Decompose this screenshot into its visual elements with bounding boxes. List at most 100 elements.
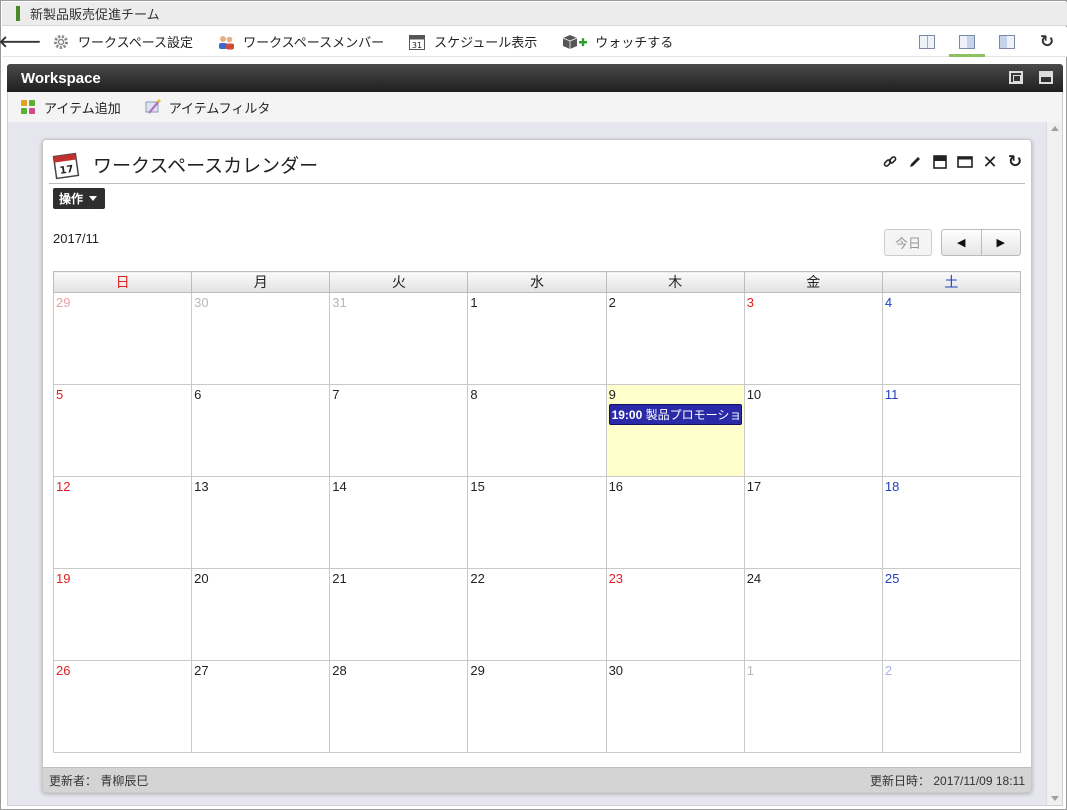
edit-icon[interactable] — [907, 154, 923, 170]
svg-text:31: 31 — [412, 41, 422, 50]
day-number: 4 — [884, 295, 893, 310]
item-filter-button[interactable]: アイテムフィルタ — [145, 98, 271, 117]
close-icon[interactable]: ✕ — [982, 152, 998, 172]
weekday-tue: 火 — [329, 271, 469, 293]
layout-right-pane-button[interactable] — [947, 27, 987, 57]
prev-arrow-icon: ◀ — [957, 237, 966, 249]
month-calendar: 日 月 火 水 木 金 土 29 30 31 1 2 3 4 5 6 7 8 9 19:00 製品プロモ… — [52, 271, 1022, 753]
calendar-day-cell[interactable]: 22 — [467, 568, 607, 661]
item-filter-label: アイテムフィルタ — [168, 100, 271, 116]
day-number: 14 — [332, 479, 347, 494]
calendar-day-cell[interactable]: 30 — [191, 292, 331, 385]
watch-button[interactable]: ウォッチする — [561, 32, 673, 51]
day-number: 22 — [470, 571, 485, 586]
refresh-icon[interactable]: ↻ — [1007, 152, 1023, 171]
calendar-day-cell[interactable]: 27 — [191, 660, 331, 753]
toolbar: 🡐 ワークスペース設定 ワークスペースメンバー 31 スケジュール表示 ウォッチ… — [0, 27, 1067, 57]
day-number: 15 — [470, 479, 485, 494]
operations-label: 操作 — [59, 192, 84, 206]
day-number: 20 — [194, 571, 209, 586]
add-item-button[interactable]: アイテム追加 — [20, 98, 121, 117]
calendar-day-cell[interactable]: 21 — [329, 568, 469, 661]
day-number: 2 — [884, 663, 893, 678]
calendar-day-cell[interactable]: 13 — [191, 476, 331, 569]
day-number: 1 — [470, 295, 478, 310]
calendar-day-cell[interactable]: 29 — [52, 292, 193, 385]
left-pane-icon — [999, 35, 1015, 49]
add-item-label: アイテム追加 — [44, 100, 121, 116]
window-frame: 新製品販売促進チーム 🡐 ワークスペース設定 ワークスペースメンバー 31 スケ… — [0, 0, 1067, 810]
next-arrow-icon: ▶ — [996, 237, 1005, 249]
refresh-button[interactable]: ↻ — [1027, 27, 1067, 57]
calendar-day-cell[interactable]: 10 — [743, 384, 883, 477]
day-number: 8 — [470, 387, 478, 402]
day-number: 17 — [746, 479, 762, 494]
layout-left-pane-button[interactable] — [987, 27, 1027, 57]
back-button[interactable]: 🡐 — [0, 31, 41, 52]
workspace-header-tools — [1009, 71, 1053, 84]
workspace-settings-button[interactable]: ワークスペース設定 — [52, 32, 193, 51]
workspace-title: Workspace — [21, 69, 101, 87]
calendar-day-cell[interactable]: 29 — [467, 660, 607, 753]
calendar-day-cell[interactable]: 14 — [329, 476, 469, 569]
calendar-event[interactable]: 19:00 製品プロモーション — [608, 404, 742, 425]
members-icon — [217, 33, 235, 51]
day-number: 23 — [608, 571, 624, 586]
maximize-icon[interactable] — [1039, 71, 1053, 84]
day-number: 31 — [332, 295, 347, 310]
calendar-icon: 31 — [408, 33, 426, 51]
calendar-day-cell[interactable]: 3 — [743, 292, 883, 385]
title-bar: 新製品販売促進チーム — [2, 2, 1067, 26]
calendar-day-cell[interactable]: 11 — [881, 384, 1022, 477]
calendar-day-cell[interactable]: 4 — [881, 292, 1022, 385]
calendar-day-cell[interactable]: 17 — [743, 476, 883, 569]
prev-month-button[interactable]: ◀ — [942, 230, 981, 255]
calendar-day-cell[interactable]: 26 — [52, 660, 193, 753]
calendar-day-cell[interactable]: 20 — [191, 568, 331, 661]
calendar-day-cell[interactable]: 1 — [467, 292, 607, 385]
calendar-day-cell[interactable]: 25 — [881, 568, 1022, 661]
schedule-view-label: スケジュール表示 — [434, 35, 538, 50]
calendar-week-row: 29 30 31 1 2 3 4 — [52, 292, 1022, 385]
day-number: 28 — [332, 663, 347, 678]
calendar-day-cell[interactable]: 24 — [743, 568, 883, 661]
operations-dropdown[interactable]: 操作 — [53, 188, 106, 209]
calendar-day-cell[interactable]: 12 — [52, 476, 193, 569]
link-icon[interactable] — [882, 154, 898, 170]
day-number: 3 — [746, 295, 754, 310]
vertical-scrollbar[interactable] — [1046, 122, 1062, 805]
workspace-header: Workspace — [7, 64, 1063, 92]
calendar-day-cell[interactable]: 31 — [329, 292, 469, 385]
calendar-day-cell[interactable]: 18 — [881, 476, 1022, 569]
scroll-up-icon[interactable] — [1051, 126, 1059, 131]
calendar-day-cell[interactable]: 7 — [329, 384, 469, 477]
calendar-day-cell[interactable]: 16 — [605, 476, 745, 569]
calendar-day-cell[interactable]: 5 — [52, 384, 193, 477]
calendar-day-cell[interactable]: 19 — [52, 568, 193, 661]
today-button[interactable]: 今日 — [884, 229, 932, 256]
layout-single-button[interactable] — [907, 27, 947, 57]
calendar-day-cell[interactable]: 15 — [467, 476, 607, 569]
calendar-day-cell[interactable]: 23 — [605, 568, 745, 661]
calendar-day-cell[interactable]: 28 — [329, 660, 469, 753]
restore-icon[interactable] — [1009, 71, 1023, 84]
calendar-day-cell[interactable]: 2 — [881, 660, 1022, 753]
workspace-members-button[interactable]: ワークスペースメンバー — [217, 32, 384, 51]
scroll-down-icon[interactable] — [1051, 796, 1059, 801]
calendar-week-row: 26 27 28 29 30 1 2 — [52, 660, 1022, 753]
minimize-icon[interactable] — [932, 154, 948, 170]
next-month-button[interactable]: ▶ — [980, 230, 1021, 255]
day-number: 27 — [194, 663, 209, 678]
maximize-icon[interactable] — [957, 154, 973, 170]
calendar-day-cell[interactable]: 2 — [605, 292, 745, 385]
day-number: 6 — [194, 387, 202, 402]
watch-label: ウォッチする — [595, 35, 674, 50]
calendar-day-cell[interactable]: 1 — [743, 660, 883, 753]
calendar-day-cell[interactable]: 9 19:00 製品プロモーション — [605, 384, 745, 477]
calendar-day-cell[interactable]: 30 — [605, 660, 745, 753]
schedule-view-button[interactable]: 31 スケジュール表示 — [408, 32, 537, 51]
calendar-day-cell[interactable]: 6 — [191, 384, 331, 477]
portlet-header: 17 ワークスペースカレンダー ✕ ↻ — [49, 146, 1025, 184]
calendar-day-cell[interactable]: 8 — [467, 384, 607, 477]
day-number: 26 — [56, 663, 71, 678]
